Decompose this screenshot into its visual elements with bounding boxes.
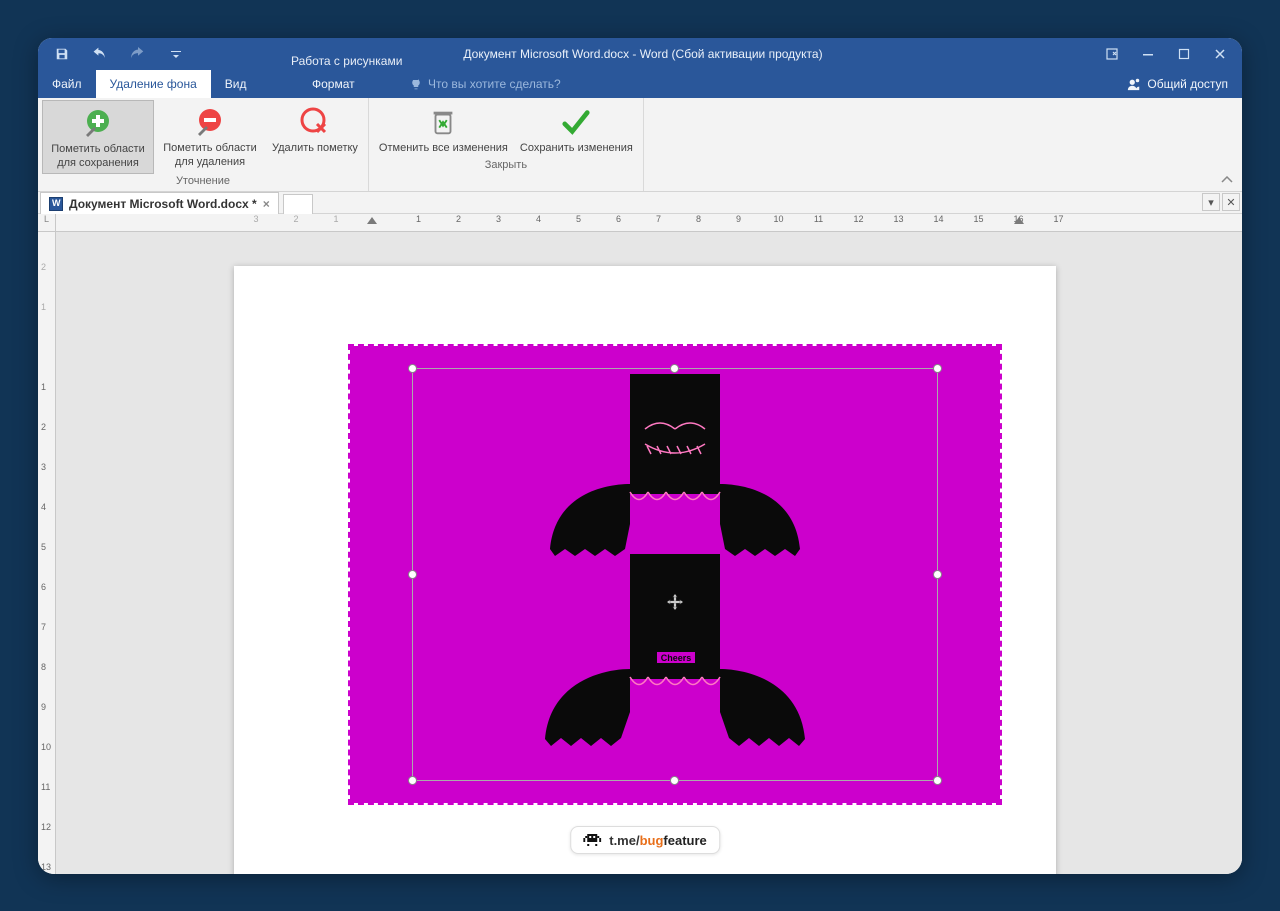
handle-mid-left[interactable] — [408, 570, 417, 579]
tab-file[interactable]: Файл — [38, 70, 96, 98]
share-icon — [1127, 77, 1141, 91]
undo-icon[interactable] — [86, 38, 114, 70]
qat-customize-icon[interactable] — [162, 38, 190, 70]
minimize-icon[interactable] — [1132, 38, 1164, 70]
tab-remove-background[interactable]: Удаление фона — [96, 70, 211, 98]
mark-areas-keep-button[interactable]: Пометить области для сохранения — [42, 100, 154, 174]
tab-list-dropdown-icon[interactable]: ▾ — [1202, 193, 1220, 211]
keep-label: Сохранить изменения — [520, 142, 633, 156]
selected-image[interactable]: Cheers — [350, 346, 1000, 803]
close-all-tabs-icon[interactable]: ✕ — [1222, 193, 1240, 211]
discard-changes-button[interactable]: Отменить все изменения — [373, 100, 514, 158]
handle-bottom-mid[interactable] — [670, 776, 679, 785]
share-button[interactable]: Общий доступ — [1121, 70, 1234, 98]
watermark-prefix: t.me/ — [609, 833, 639, 848]
space-invader-icon — [583, 832, 601, 848]
mark-remove-label: Пометить области для удаления — [160, 142, 260, 170]
watermark-brand1: bug — [640, 833, 664, 848]
ribbon-group-close-label: Закрыть — [485, 158, 527, 173]
picture-tools-context-tab: Работа с рисунками — [275, 38, 418, 80]
titlebar: Работа с рисунками Документ Microsoft Wo… — [38, 38, 1242, 70]
handle-mid-right[interactable] — [933, 570, 942, 579]
window-title: Документ Microsoft Word.docx - Word (Сбо… — [463, 47, 822, 61]
watermark-brand2: feature — [663, 833, 706, 848]
discard-label: Отменить все изменения — [379, 142, 508, 156]
horizontal-ruler[interactable]: 321 1234567891011121314151617 — [56, 214, 1242, 232]
right-margin-marker[interactable] — [1014, 217, 1024, 224]
ribbon-group-close: Отменить все изменения Сохранить изменен… — [369, 98, 644, 191]
left-margin-marker[interactable] — [367, 217, 377, 224]
document-canvas[interactable]: Cheers — [56, 232, 1242, 874]
collapse-ribbon-icon[interactable] — [1218, 173, 1236, 189]
mark-keep-label: Пометить области для сохранения — [49, 143, 147, 171]
save-icon[interactable] — [48, 38, 76, 70]
ribbon-display-options-icon[interactable] — [1096, 38, 1128, 70]
ribbon-group-refine: Пометить области для сохранения Пометить… — [38, 98, 369, 191]
redo-icon[interactable] — [124, 38, 152, 70]
menu-tabs: Файл Удаление фона Вид Формат Что вы хот… — [38, 70, 1242, 98]
crop-marquee[interactable] — [412, 368, 938, 781]
handle-top-mid[interactable] — [670, 364, 679, 373]
work-area: L 321 1234567891011121314151617 2 1 1 2 … — [38, 214, 1242, 874]
handle-top-left[interactable] — [408, 364, 417, 373]
maximize-icon[interactable] — [1168, 38, 1200, 70]
word-doc-icon — [49, 197, 63, 211]
keep-changes-button[interactable]: Сохранить изменения — [514, 100, 639, 158]
delete-mark-button[interactable]: Удалить пометку — [266, 100, 364, 174]
vertical-ruler[interactable]: 2 1 1 2 3 4 5 6 7 8 9 10 11 12 13 — [38, 232, 56, 874]
document-tab[interactable]: Документ Microsoft Word.docx * × — [40, 192, 279, 214]
recycle-bin-icon — [428, 107, 458, 137]
new-tab-blank[interactable] — [283, 194, 313, 214]
close-icon[interactable] — [1204, 38, 1236, 70]
delete-mark-icon — [299, 106, 331, 138]
handle-bottom-right[interactable] — [933, 776, 942, 785]
tab-view[interactable]: Вид — [211, 70, 261, 98]
handle-top-right[interactable] — [933, 364, 942, 373]
minus-circle-icon — [194, 106, 226, 138]
tell-me-placeholder: Что вы хотите сделать? — [428, 77, 561, 91]
ruler-corner: L — [38, 214, 56, 232]
document-tab-label: Документ Microsoft Word.docx * — [69, 197, 257, 211]
ribbon: Пометить области для сохранения Пометить… — [38, 98, 1242, 192]
delete-mark-label: Удалить пометку — [272, 142, 358, 156]
watermark-badge: t.me/bugfeature — [570, 826, 720, 854]
document-tab-strip: Документ Microsoft Word.docx * × ▾ ✕ — [38, 192, 1242, 214]
share-label: Общий доступ — [1147, 77, 1228, 91]
close-tab-icon[interactable]: × — [263, 197, 270, 211]
page: Cheers — [234, 266, 1056, 874]
ribbon-group-refine-label: Уточнение — [176, 174, 230, 189]
tell-me-search[interactable]: Что вы хотите сделать? — [410, 70, 561, 98]
checkmark-icon — [561, 107, 591, 137]
word-window: Работа с рисунками Документ Microsoft Wo… — [38, 38, 1242, 874]
mark-areas-remove-button[interactable]: Пометить области для удаления — [154, 100, 266, 174]
plus-circle-icon — [82, 107, 114, 139]
handle-bottom-left[interactable] — [408, 776, 417, 785]
